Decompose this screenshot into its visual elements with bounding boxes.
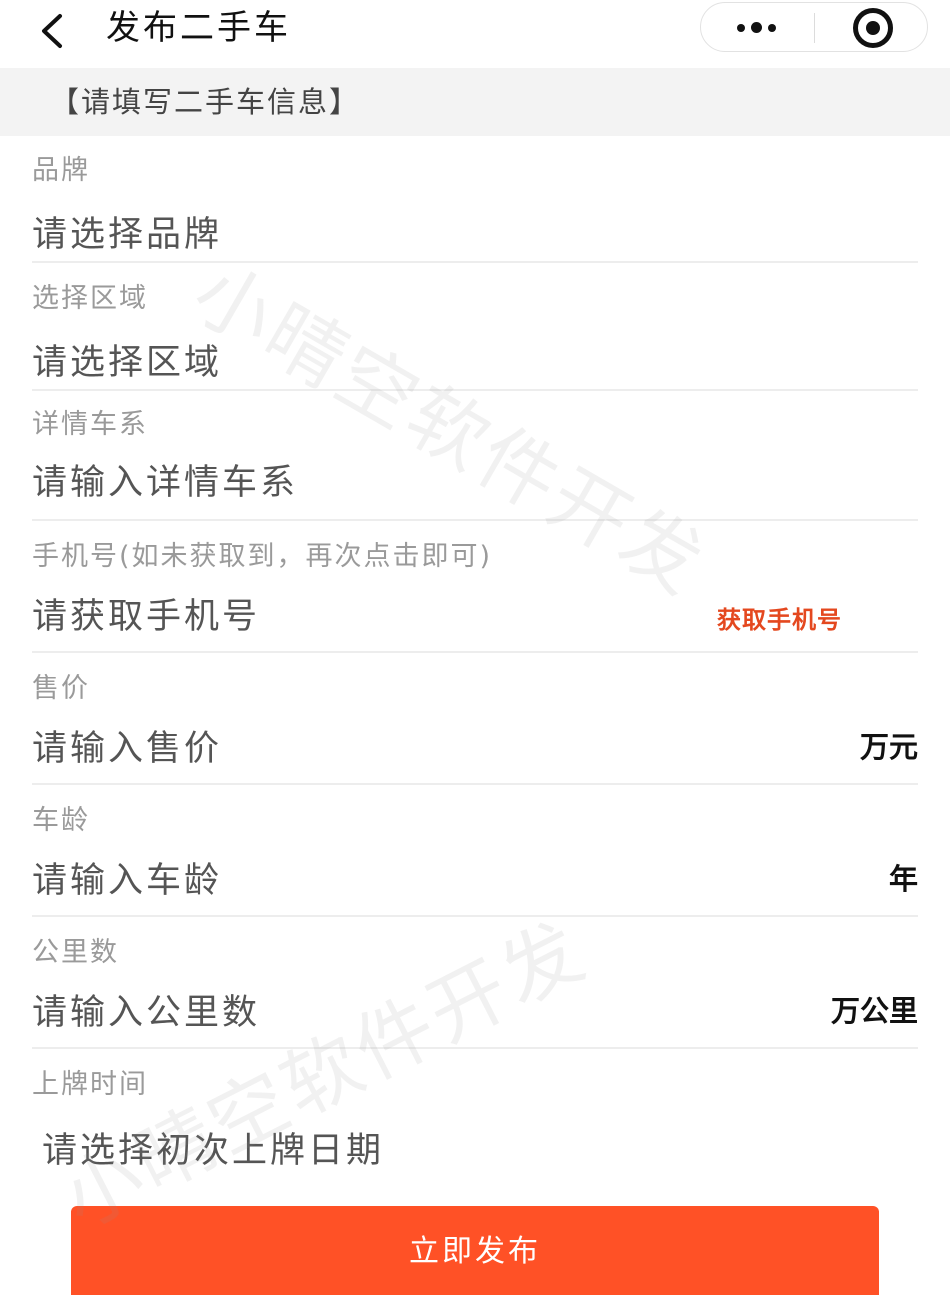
more-dots-icon-right xyxy=(768,24,776,32)
price-input[interactable]: 请输入售价 xyxy=(32,720,222,771)
divider xyxy=(32,519,918,521)
divider xyxy=(32,1047,918,1049)
region-picker[interactable]: 请选择区域 xyxy=(32,334,222,385)
register-date-picker[interactable]: 请选择初次上牌日期 xyxy=(42,1122,384,1173)
phone-input[interactable]: 请获取手机号 xyxy=(32,588,260,639)
series-input[interactable]: 请输入详情车系 xyxy=(32,454,298,505)
brand-label: 品牌 xyxy=(32,155,90,186)
brand-picker[interactable]: 请选择品牌 xyxy=(32,206,222,257)
more-dots-icon-center xyxy=(751,22,762,33)
publish-button[interactable]: 立即发布 xyxy=(71,1206,879,1295)
age-input[interactable]: 请输入车龄 xyxy=(32,852,222,903)
price-field: 售价 请输入售价 万元 xyxy=(32,654,918,786)
get-phone-button[interactable]: 获取手机号 xyxy=(717,600,842,635)
phone-field: 手机号(如未获取到，再次点击即可) 请获取手机号 获取手机号 xyxy=(32,522,918,654)
mileage-label: 公里数 xyxy=(32,937,119,968)
series-field: 详情车系 请输入详情车系 xyxy=(32,392,918,522)
register-date-field: 上牌时间 请选择初次上牌日期 xyxy=(32,1050,918,1190)
close-button[interactable] xyxy=(815,3,928,51)
more-dots-icon xyxy=(737,24,745,32)
divider xyxy=(32,261,918,263)
back-button[interactable] xyxy=(30,8,80,54)
divider xyxy=(32,915,918,917)
age-unit: 年 xyxy=(888,862,918,896)
publish-used-car-page: 发布二手车 【请填写二手车信息】 品牌 请选择品牌 选择区域 请选择区域 详情车… xyxy=(0,0,950,1295)
divider xyxy=(32,389,918,391)
price-label: 售价 xyxy=(32,673,90,704)
phone-label: 手机号(如未获取到，再次点击即可) xyxy=(32,541,493,572)
mileage-field: 公里数 请输入公里数 万公里 xyxy=(32,918,918,1050)
brand-field: 品牌 请选择品牌 xyxy=(32,136,918,264)
age-label: 车龄 xyxy=(32,805,90,836)
register-date-label: 上牌时间 xyxy=(32,1069,148,1100)
chevron-left-icon xyxy=(42,14,62,48)
age-field: 车龄 请输入车龄 年 xyxy=(32,786,918,918)
price-unit: 万元 xyxy=(859,730,918,764)
region-field: 选择区域 请选择区域 xyxy=(32,264,918,392)
series-label: 详情车系 xyxy=(32,409,148,440)
divider xyxy=(32,651,918,653)
navigation-bar: 发布二手车 xyxy=(0,0,950,68)
more-button[interactable] xyxy=(701,3,814,51)
mileage-input[interactable]: 请输入公里数 xyxy=(32,984,260,1035)
mini-program-capsule xyxy=(700,2,928,52)
section-header: 【请填写二手车信息】 xyxy=(0,68,950,136)
mileage-unit: 万公里 xyxy=(830,994,918,1028)
divider xyxy=(32,783,918,785)
target-icon-core xyxy=(866,21,880,35)
page-title: 发布二手车 xyxy=(106,8,291,48)
region-label: 选择区域 xyxy=(32,283,148,314)
